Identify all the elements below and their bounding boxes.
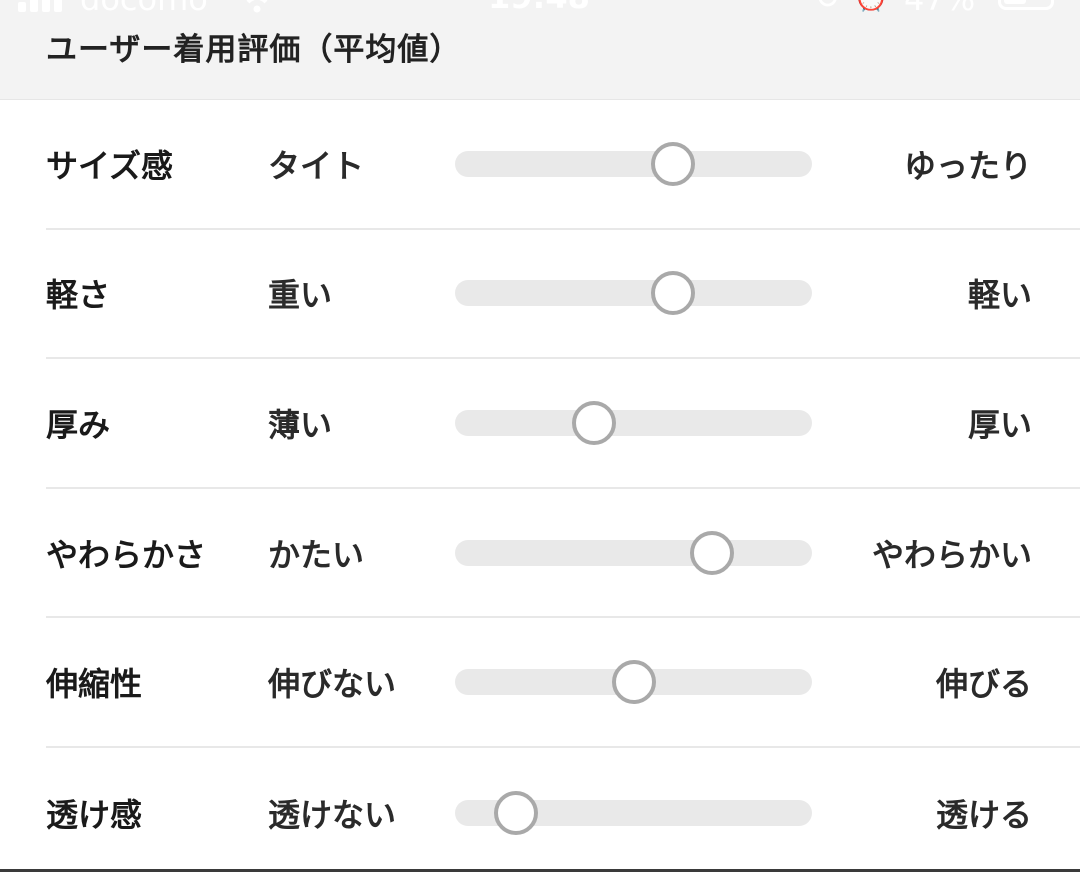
rating-high-label: 軽い	[967, 276, 1032, 315]
rating-low-label: 伸びない	[268, 665, 397, 704]
rating-low-label: 透けない	[268, 795, 397, 834]
rating-low-label: かたい	[268, 535, 365, 574]
rating-name: 軽さ	[46, 276, 111, 315]
rating-row-6: 透け感 透けない 透ける	[46, 748, 1080, 872]
rating-high-label: 厚い	[967, 405, 1032, 444]
rating-slider-knob	[650, 271, 695, 316]
rating-high-label: ゆったり	[903, 146, 1032, 185]
rating-low-label: 重い	[268, 276, 333, 315]
rating-high-label: やわらかい	[871, 535, 1032, 574]
rating-row-5: 伸縮性 伸びない 伸びる	[46, 618, 1080, 748]
rating-slider-track	[455, 271, 812, 316]
rating-slider-track	[455, 141, 812, 186]
rating-slider-knob	[690, 530, 735, 575]
rating-slider-track	[455, 790, 812, 835]
page-title: ユーザー着用評価（平均値）	[46, 32, 462, 68]
rating-slider-track	[455, 400, 812, 445]
rating-name: 透け感	[46, 795, 143, 834]
rating-slider-knob	[493, 790, 538, 835]
rating-name: サイズ感	[46, 146, 174, 185]
rating-row-3: 厚み 薄い 厚い	[46, 359, 1080, 489]
rating-slider-knob	[650, 141, 695, 186]
wear-rating-screen: ユーザー着用評価（平均値） docomo 19:48 ⊙ ⏰ 47% サイズ感 …	[0, 0, 1080, 872]
rating-low-label: 薄い	[268, 405, 333, 444]
rating-name: 伸縮性	[46, 665, 143, 704]
rating-list: サイズ感 タイト ゆったり 軽さ 重い 軽い 厚み 薄い 厚い やわらかさ かた…	[0, 100, 1080, 872]
rating-name: やわらかさ	[46, 535, 207, 574]
rating-row-4: やわらかさ かたい やわらかい	[46, 489, 1080, 619]
rating-name: 厚み	[46, 405, 111, 444]
rating-high-label: 透ける	[935, 795, 1032, 834]
rating-high-label: 伸びる	[935, 665, 1032, 704]
rating-slider-track	[455, 530, 812, 575]
rating-row-1: サイズ感 タイト ゆったり	[46, 100, 1080, 230]
header: ユーザー着用評価（平均値）	[0, 0, 1080, 100]
rating-slider-knob	[611, 660, 656, 705]
rating-low-label: タイト	[268, 146, 365, 185]
rating-row-2: 軽さ 重い 軽い	[46, 230, 1080, 360]
rating-slider-knob	[572, 400, 617, 445]
rating-slider-track	[455, 660, 812, 705]
